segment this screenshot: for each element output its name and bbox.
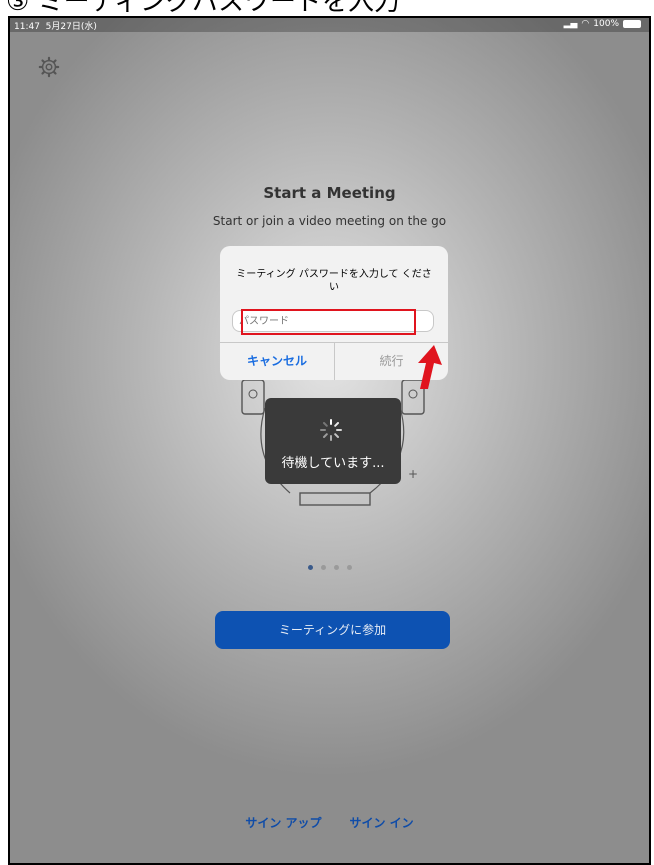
sign-up-link[interactable]: サイン アップ bbox=[245, 814, 321, 831]
sign-in-link[interactable]: サイン イン bbox=[350, 814, 414, 831]
status-time-date: 11:47 5月27日(水) bbox=[14, 19, 97, 32]
page-dot bbox=[346, 565, 352, 570]
page-indicator bbox=[10, 565, 649, 570]
signal-icon: ▂▄ bbox=[563, 19, 578, 29]
loading-spinner-icon bbox=[320, 419, 342, 441]
page-dot-active bbox=[307, 565, 313, 570]
page-subtitle: Start or join a video meeting on the go bbox=[212, 214, 447, 228]
input-highlight-box bbox=[241, 309, 416, 335]
svg-text:+: + bbox=[408, 467, 418, 481]
battery-percent: 100% bbox=[593, 19, 619, 29]
cancel-button[interactable]: キャンセル bbox=[220, 343, 334, 380]
waiting-toast: 待機しています... bbox=[265, 398, 401, 484]
battery-icon bbox=[623, 20, 641, 28]
status-bar: 11:47 5月27日(水) ▂▄ ◠ 100% bbox=[10, 18, 649, 32]
join-meeting-button[interactable]: ミーティングに参加 bbox=[215, 611, 450, 649]
waiting-text: 待機しています... bbox=[281, 456, 385, 471]
auth-links: サイン アップ サイン イン bbox=[10, 814, 649, 831]
page-dot bbox=[333, 565, 339, 570]
settings-gear-icon[interactable] bbox=[38, 56, 60, 78]
status-time: 11:47 bbox=[14, 22, 40, 32]
status-date: 5月27日(水) bbox=[45, 22, 97, 32]
page-title: Start a Meeting bbox=[263, 184, 396, 202]
pointer-arrow-icon bbox=[418, 345, 442, 389]
page-dot bbox=[320, 565, 326, 570]
status-indicators: ▂▄ ◠ 100% bbox=[564, 19, 641, 29]
dialog-message: ミーティング パスワードを入力して ください bbox=[236, 269, 432, 293]
device-screen: 11:47 5月27日(水) ▂▄ ◠ 100% Start a Meeting… bbox=[8, 16, 651, 865]
wifi-icon: ◠ bbox=[581, 19, 590, 29]
